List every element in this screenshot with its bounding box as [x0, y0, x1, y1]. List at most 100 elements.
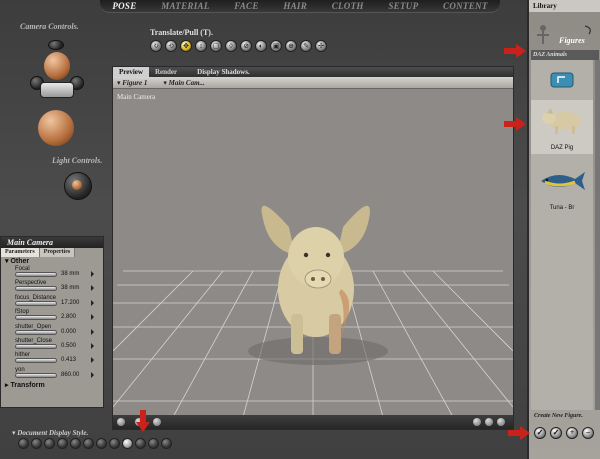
library-item-daz-pig[interactable]: DAZ Pig — [531, 100, 593, 154]
display-style-lit-wireframe-icon[interactable] — [70, 438, 81, 449]
display-style-cartoon-icon[interactable] — [109, 438, 120, 449]
grouping-tool-icon[interactable]: ▣ — [270, 40, 282, 52]
tab-pose[interactable]: POSE — [108, 1, 140, 11]
display-style-label: ▾ Document Display Style. — [12, 429, 89, 437]
apply-check-icon[interactable]: ✓ — [534, 427, 546, 439]
library-panel: Library Figures DAZ Animals DAZ Pig Tuna… — [527, 0, 600, 459]
viewport-option-2-icon[interactable] — [485, 418, 493, 426]
view-magnifier-icon[interactable]: ⊕ — [285, 40, 297, 52]
translate-tool-icon[interactable]: ✥ — [180, 40, 192, 52]
param-dial[interactable] — [15, 343, 57, 349]
param-arrow-icon[interactable] — [91, 285, 94, 292]
tab-render[interactable]: Render — [149, 67, 183, 77]
viewport-bottom-bar — [113, 415, 513, 429]
display-shadows-label[interactable]: Display Shadows. — [191, 67, 256, 77]
viewport-lock-icon[interactable] — [153, 418, 161, 426]
display-style-outline-icon[interactable] — [31, 438, 42, 449]
param-arrow-icon[interactable] — [91, 357, 94, 364]
figure-menu[interactable]: ▾ Figure 1 — [113, 78, 147, 87]
display-style-buttons — [18, 438, 172, 449]
document-window[interactable]: Preview Render Display Shadows. ▾ Figure… — [112, 66, 514, 430]
display-style-hidden-line-icon[interactable] — [57, 438, 68, 449]
tab-setup[interactable]: SETUP — [384, 1, 422, 11]
library-item-tuna[interactable]: Tuna - Br — [531, 160, 593, 214]
display-style-silhouette-icon[interactable] — [18, 438, 29, 449]
chain-break-icon[interactable]: ⊘ — [240, 40, 252, 52]
library-title: Library — [529, 0, 600, 12]
editing-tools: ↻ ⟲ ✥ ↕ ▢ ◊ ⊘ ◐ ▣ ⊕ ✎ ✢ — [150, 40, 327, 52]
library-action-buttons: ✓ ✓ + − — [534, 427, 594, 439]
tab-hair[interactable]: HAIR — [279, 1, 311, 11]
scene-canvas[interactable] — [113, 89, 513, 417]
tab-material[interactable]: MATERIAL — [157, 1, 213, 11]
translate-in-out-icon[interactable]: ↕ — [195, 40, 207, 52]
display-style-flat-shaded-icon[interactable] — [83, 438, 94, 449]
param-dial[interactable] — [15, 372, 57, 378]
scale-tool-icon[interactable]: ▢ — [210, 40, 222, 52]
display-style-flat-lined-icon[interactable] — [96, 438, 107, 449]
tab-preview[interactable]: Preview — [113, 67, 149, 77]
display-style-smooth-lined-icon[interactable] — [148, 438, 159, 449]
create-new-figure-label: Create New Figure. — [534, 413, 583, 419]
group-other[interactable]: ▾ Other — [1, 257, 103, 266]
apply-double-check-icon[interactable]: ✓ — [550, 427, 562, 439]
red-arrow-daz-pig — [504, 117, 526, 131]
library-scrollbar[interactable] — [595, 60, 600, 410]
camera-plane-control[interactable] — [40, 82, 74, 98]
param-arrow-icon[interactable] — [91, 299, 94, 306]
add-plus-icon[interactable]: + — [566, 427, 578, 439]
display-style-texture-shaded-icon[interactable] — [135, 438, 146, 449]
display-style-smooth-shaded-icon[interactable] — [122, 438, 133, 449]
param-dial[interactable] — [15, 286, 57, 292]
display-style-cartoon-lined-icon[interactable] — [161, 438, 172, 449]
param-dial[interactable] — [15, 272, 57, 277]
viewport-option-1-icon[interactable] — [473, 418, 481, 426]
figure-category-icon — [537, 25, 591, 44]
tab-properties[interactable]: Properties — [39, 248, 76, 257]
color-tool-icon[interactable]: ◐ — [255, 40, 267, 52]
direct-manipulation-icon[interactable]: ✢ — [315, 40, 327, 52]
param-fstop[interactable]: fStop 2.800 — [1, 309, 103, 323]
camera-menu[interactable]: ▾ Main Cam... — [159, 78, 204, 87]
param-dial[interactable] — [15, 300, 57, 306]
param-focus-distance[interactable]: focus_Distance 17.200 — [1, 295, 103, 309]
param-arrow-icon[interactable] — [91, 342, 94, 349]
viewport-small-control-icon[interactable] — [117, 418, 125, 426]
group-transform[interactable]: ▸ Transform — [1, 381, 103, 390]
morph-putty-icon[interactable]: ✎ — [300, 40, 312, 52]
light-indicator-icon[interactable] — [72, 180, 82, 190]
param-focal[interactable]: Focal 38 mm — [1, 266, 103, 280]
param-arrow-icon[interactable] — [91, 314, 94, 321]
tab-face[interactable]: FACE — [230, 1, 262, 11]
camera-head-icon[interactable] — [44, 52, 70, 80]
top-tab-bar: POSE MATERIAL FACE HAIR CLOTH SETUP CONT… — [100, 0, 500, 13]
library-subcategory[interactable]: DAZ Animals — [531, 50, 599, 60]
pig-thumbnail-icon — [542, 108, 581, 134]
viewport-option-3-icon[interactable] — [497, 418, 505, 426]
param-hither[interactable]: hither 0.413 — [1, 352, 103, 366]
param-arrow-icon[interactable] — [91, 328, 94, 335]
tab-content[interactable]: CONTENT — [439, 1, 492, 11]
pig-figure[interactable] — [261, 205, 370, 354]
remove-minus-icon[interactable]: − — [582, 427, 594, 439]
camera-hand-icon[interactable] — [48, 40, 64, 50]
twist-tool-icon[interactable]: ⟲ — [165, 40, 177, 52]
param-yon[interactable]: yon 860.00 — [1, 367, 103, 381]
camera-trackball[interactable] — [38, 110, 74, 146]
tab-cloth[interactable]: CLOTH — [328, 1, 368, 11]
param-dial[interactable] — [15, 315, 57, 321]
param-arrow-icon[interactable] — [91, 371, 94, 378]
param-dial[interactable] — [15, 329, 57, 335]
rotate-tool-icon[interactable]: ↻ — [150, 40, 162, 52]
param-dial[interactable] — [15, 358, 57, 364]
taper-tool-icon[interactable]: ◊ — [225, 40, 237, 52]
param-arrow-icon[interactable] — [91, 271, 94, 277]
viewport-tabs: Preview Render Display Shadows. — [113, 67, 513, 77]
tab-parameters[interactable]: Parameters — [1, 248, 40, 257]
param-shutter-close[interactable]: shutter_Close 0.500 — [1, 338, 103, 352]
display-style-wireframe-icon[interactable] — [44, 438, 55, 449]
param-perspective[interactable]: Perspective 38 mm — [1, 280, 103, 294]
library-category-figures[interactable]: Figures — [533, 20, 597, 50]
camera-controls — [30, 38, 86, 148]
param-shutter-open[interactable]: shutter_Open 0.000 — [1, 324, 103, 338]
